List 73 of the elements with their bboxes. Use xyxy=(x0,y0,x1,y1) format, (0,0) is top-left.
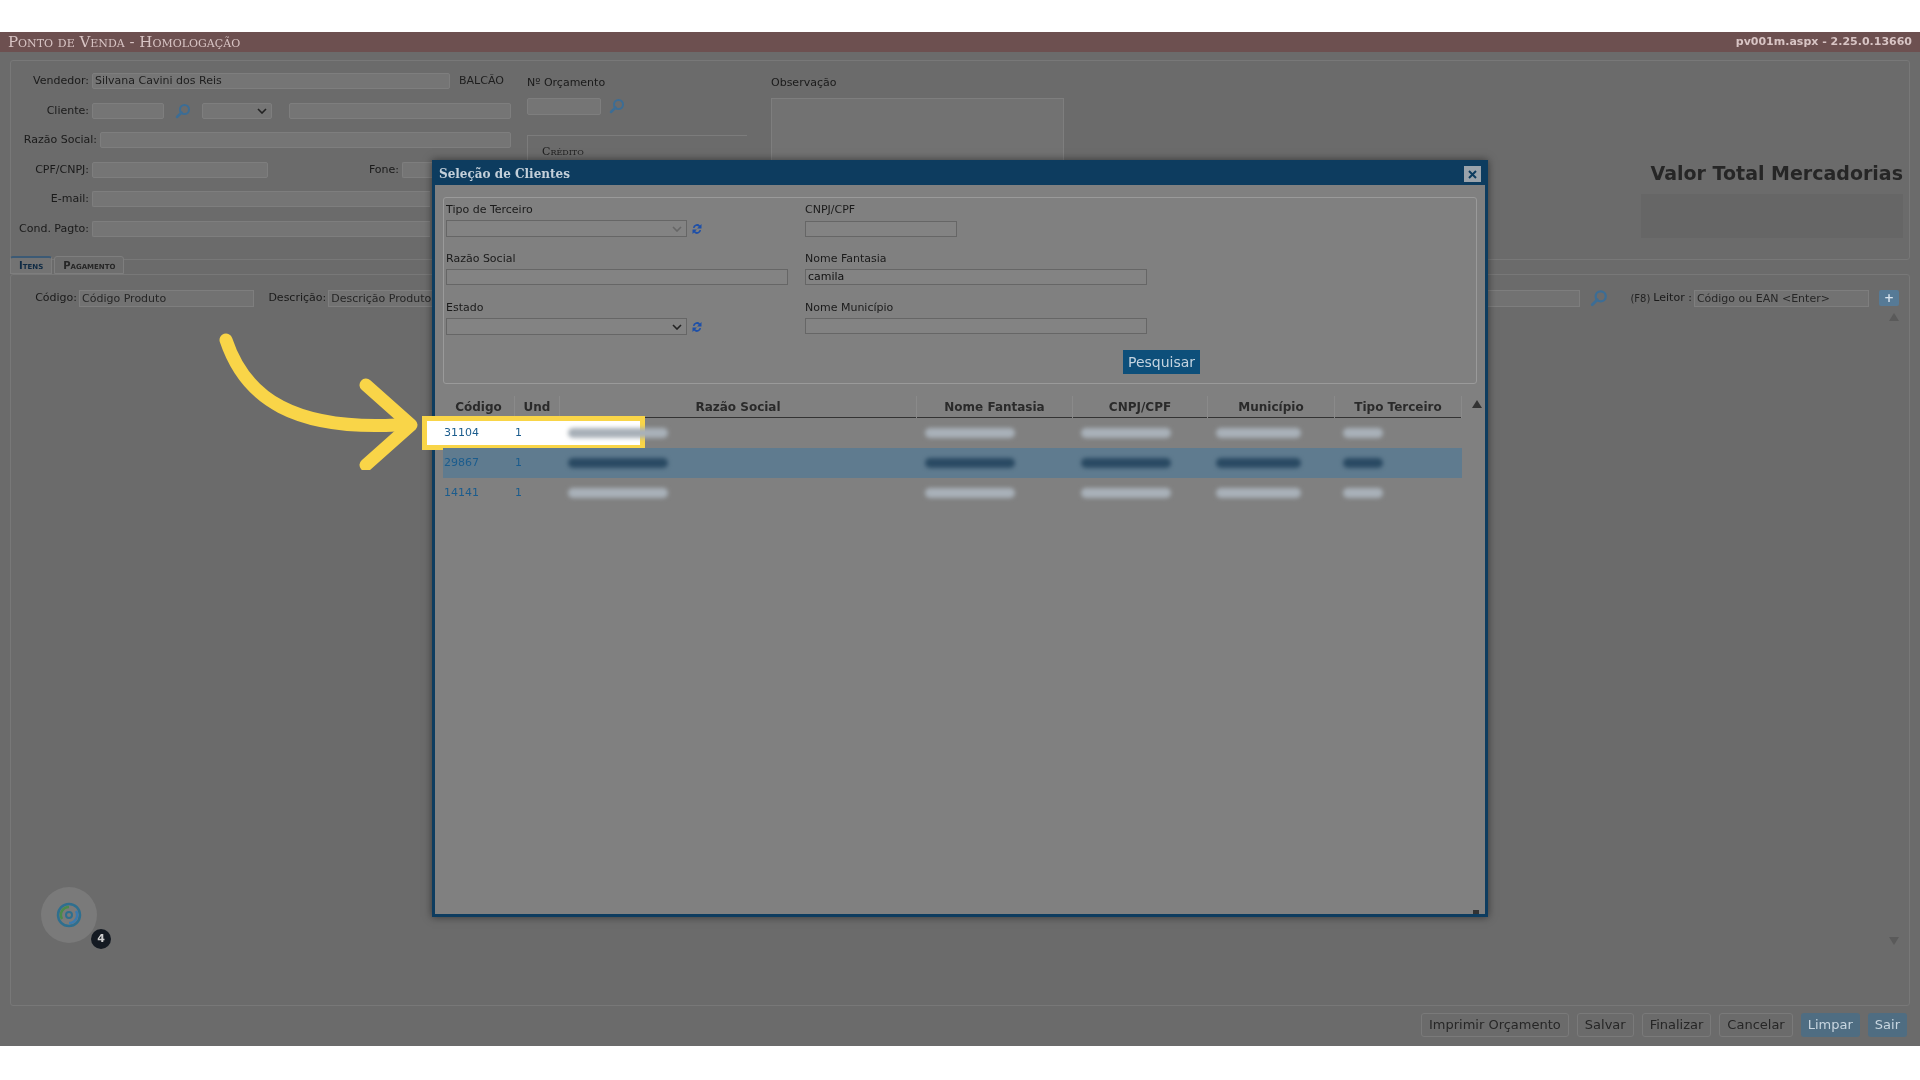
field-label: Cond. Pagto: xyxy=(18,220,89,237)
search-button[interactable]: Pesquisar xyxy=(1123,350,1201,374)
select-field[interactable] xyxy=(446,318,687,335)
scroll-up-icon[interactable] xyxy=(1472,400,1482,408)
client-type-select[interactable] xyxy=(202,102,272,119)
table-cell-text: 29867 xyxy=(443,454,480,471)
field-label: Leitor : xyxy=(1653,289,1692,306)
refresh-icon[interactable] xyxy=(691,319,703,334)
field-label: Código: xyxy=(34,289,77,306)
action-button[interactable]: Limpar xyxy=(1800,1013,1860,1037)
version-label: pv001m.aspx - 2.25.0.13660 xyxy=(1735,33,1912,50)
column-header[interactable]: CNPJ/CPF xyxy=(1073,395,1208,418)
shortcut-hint: (F8) xyxy=(1630,291,1651,306)
search-icon[interactable] xyxy=(609,98,625,114)
field-label: CNPJ/CPF xyxy=(805,202,857,218)
blurred-text xyxy=(1343,458,1383,468)
seller-field[interactable]: Silvana Cavini dos Reis xyxy=(92,73,450,90)
blurred-text xyxy=(1343,488,1383,498)
counter-label: BALCÃO xyxy=(459,73,504,89)
field-label: Nome Fantasia xyxy=(805,251,888,267)
column-header[interactable]: Município xyxy=(1208,395,1335,418)
field-label: E-mail: xyxy=(49,191,89,207)
input-field[interactable] xyxy=(402,161,432,178)
field-label: Nome Município xyxy=(805,300,895,316)
input-field[interactable] xyxy=(805,318,1147,334)
field-label: Razão Social: xyxy=(22,132,97,148)
count-badge: 4 xyxy=(91,929,111,949)
tab[interactable]: Itens xyxy=(10,256,53,274)
total-label: Valor Total Mercadorias xyxy=(1650,161,1903,186)
product-code-field[interactable]: Código Produto xyxy=(79,289,255,307)
tab[interactable]: Pagamento xyxy=(54,256,125,274)
column-header[interactable]: Nome Fantasia xyxy=(917,395,1073,418)
field-label: Fone: xyxy=(367,161,399,178)
input-field[interactable] xyxy=(805,221,957,237)
input-field[interactable] xyxy=(92,220,430,237)
table-cell-text: 14141 xyxy=(443,484,480,501)
action-button[interactable]: Sair xyxy=(1867,1013,1907,1037)
input-field[interactable] xyxy=(446,269,788,285)
field-label: Cliente: xyxy=(45,102,89,119)
app-title: Ponto de Venda - Homologação xyxy=(8,31,241,53)
table-row[interactable]: 14141 1 xyxy=(443,478,1462,508)
trade-name-field[interactable]: camila xyxy=(805,269,1147,285)
field-label: Observação xyxy=(771,75,838,91)
swirl-logo-icon xyxy=(55,901,83,929)
table-cell-text: 31104 xyxy=(443,424,480,441)
field-label: Nº Orçamento xyxy=(527,75,607,91)
refresh-icon[interactable] xyxy=(691,221,703,236)
barcode-field[interactable]: Código ou EAN <Enter> xyxy=(1693,289,1870,307)
add-button[interactable]: + xyxy=(1879,290,1899,306)
section-title: Crédito xyxy=(542,144,584,158)
table-row[interactable]: 31104 1 xyxy=(443,418,1462,448)
close-button[interactable] xyxy=(1464,166,1481,182)
caret-icon xyxy=(672,323,682,330)
search-icon[interactable] xyxy=(1590,289,1609,307)
field-label: Descrição: xyxy=(267,289,327,306)
search-icon[interactable] xyxy=(175,102,191,119)
input-field[interactable] xyxy=(92,191,430,208)
caret-icon xyxy=(257,107,267,114)
field-label: CPF/CNPJ: xyxy=(34,161,89,178)
dialog-title: Seleção de Clientes xyxy=(439,166,570,183)
close-icon xyxy=(1468,169,1477,179)
field-label: Estado xyxy=(446,300,485,316)
field-label: Tipo de Terceiro xyxy=(446,202,534,218)
table-cell-text: 1 xyxy=(515,484,523,501)
caret-icon xyxy=(672,225,682,232)
blurred-text xyxy=(1343,428,1383,438)
table-cell-text: 1 xyxy=(515,454,523,471)
column-header[interactable]: Tipo Terceiro xyxy=(1335,395,1462,418)
help-button[interactable] xyxy=(41,887,97,943)
field-label: Razão Social xyxy=(446,251,517,267)
select-field[interactable] xyxy=(446,220,687,237)
table-cell-text: 1 xyxy=(515,424,523,441)
field-label: Vendedor: xyxy=(32,73,89,89)
